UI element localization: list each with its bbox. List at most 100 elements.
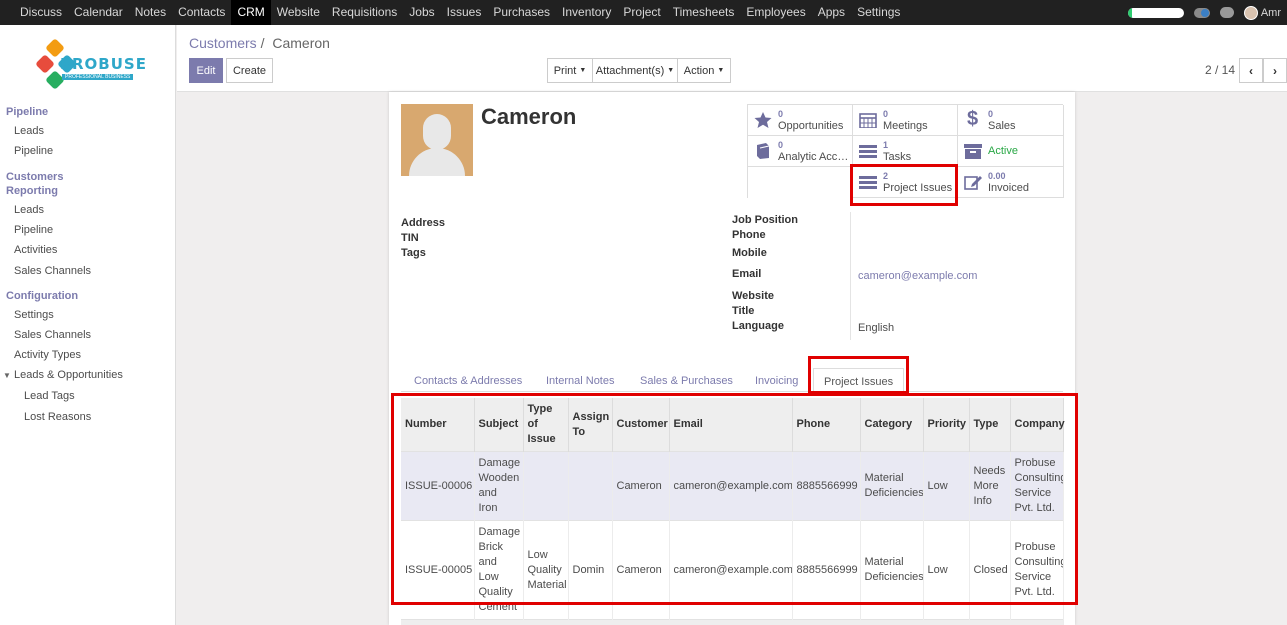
menu-item-apps[interactable]: Apps (812, 0, 851, 25)
tasks-icon (859, 145, 877, 158)
col-company[interactable]: Company (1010, 398, 1065, 452)
pager-next-button[interactable]: › (1263, 58, 1287, 83)
tab-sales-purchases[interactable]: Sales & Purchases (640, 368, 733, 392)
sidebar-item-leads-opportunities[interactable]: Leads & Opportunities (14, 369, 123, 381)
sidebar-item-reporting-pipeline[interactable]: Pipeline (14, 224, 53, 236)
edit-icon (964, 176, 982, 190)
language-label: Language (732, 320, 784, 332)
sidebar-item-activities[interactable]: Activities (14, 244, 57, 256)
menu-item-requisitions[interactable]: Requisitions (326, 0, 403, 25)
sidebar-item-activity-types[interactable]: Activity Types (14, 349, 81, 361)
email-label: Email (732, 268, 762, 280)
user-avatar (1243, 5, 1258, 20)
sidebar-item-reporting-leads[interactable]: Leads (14, 204, 44, 216)
meetings-button[interactable]: 0 Meetings (853, 105, 958, 136)
control-panel: Customers / Cameron Edit Create Print ▼ A… (177, 25, 1287, 92)
sidebar-item-settings[interactable]: Settings (14, 309, 54, 321)
menu-item-project[interactable]: Project (617, 0, 666, 25)
analytic-accounts-button[interactable]: 0 Analytic Acco... (748, 136, 853, 167)
col-category[interactable]: Category (860, 398, 924, 452)
caret-down-icon: ▼ (667, 67, 675, 74)
notebook-tabs: Contacts & Addresses Internal Notes Sale… (401, 368, 1063, 392)
language-value: English (858, 322, 895, 334)
table-header: Number Subject Type of Issue Assign To C… (401, 398, 1065, 452)
menu-item-contacts[interactable]: Contacts (172, 0, 231, 25)
opportunities-button[interactable]: 0 Opportunities (748, 105, 853, 136)
breadcrumb-current: Cameron (272, 35, 330, 51)
menu-item-inventory[interactable]: Inventory (556, 0, 617, 25)
tab-contacts-addresses[interactable]: Contacts & Addresses (414, 368, 522, 392)
menu-item-discuss[interactable]: Discuss (14, 0, 68, 25)
sidebar-section-pipeline[interactable]: Pipeline (6, 105, 48, 119)
table-footer (401, 619, 1064, 625)
col-customer[interactable]: Customer (612, 398, 670, 452)
col-number[interactable]: Number (401, 398, 475, 452)
sidebar: PROBUSE PROFESSIONAL BUSINESS Pipeline L… (0, 25, 176, 625)
tab-invoicing[interactable]: Invoicing (755, 368, 798, 392)
col-assign-to[interactable]: Assign To (568, 398, 613, 452)
user-menu[interactable]: Amr (1243, 5, 1281, 20)
sidebar-section-reporting[interactable]: Customers Reporting (6, 170, 63, 198)
tasks-button[interactable]: 1 Tasks (853, 136, 958, 167)
menu-item-purchases[interactable]: Purchases (487, 0, 556, 25)
sidebar-item-config-sales-channels[interactable]: Sales Channels (14, 329, 91, 341)
table-row[interactable]: ISSUE-00006 Damage Wooden and Iron Camer… (401, 451, 1064, 521)
project-issues-button[interactable]: 2 Project Issues (853, 167, 958, 198)
tab-internal-notes[interactable]: Internal Notes (546, 368, 614, 392)
tags-label: Tags (401, 247, 426, 259)
menu-item-issues[interactable]: Issues (441, 0, 488, 25)
toggle-icon[interactable] (1193, 7, 1210, 18)
col-email[interactable]: Email (669, 398, 793, 452)
print-dropdown[interactable]: Print ▼ (547, 58, 593, 83)
pager-value[interactable]: 2 / 14 (1205, 63, 1235, 77)
sidebar-section-configuration[interactable]: Configuration (6, 289, 78, 303)
menu-item-notes[interactable]: Notes (129, 0, 172, 25)
archive-icon (964, 144, 982, 159)
col-priority[interactable]: Priority (923, 398, 970, 452)
chevron-left-icon: ‹ (1249, 63, 1253, 78)
table-row[interactable]: ISSUE-00005 Damage Brick and Low Quality… (401, 520, 1064, 620)
top-navbar: Discuss Calendar Notes Contacts CRM Website Re… (0, 0, 1287, 25)
action-dropdown[interactable]: Action ▼ (677, 58, 731, 83)
caret-down-icon: ▼ (717, 67, 725, 74)
tin-label: TIN (401, 232, 419, 244)
menu-item-crm[interactable]: CRM (231, 0, 271, 25)
book-icon (757, 143, 770, 159)
attachments-dropdown[interactable]: Attachment(s) ▼ (592, 58, 678, 83)
partner-avatar[interactable] (401, 104, 473, 176)
active-toggle-button[interactable]: Active (958, 136, 1064, 167)
col-subject[interactable]: Subject (474, 398, 524, 452)
menu-item-employees[interactable]: Employees (740, 0, 811, 25)
pager-previous-button[interactable]: ‹ (1239, 58, 1263, 83)
menu-item-settings[interactable]: Settings (851, 0, 906, 25)
menu-item-jobs[interactable]: Jobs (403, 0, 440, 25)
menu-item-calendar[interactable]: Calendar (68, 0, 129, 25)
sidebar-item-pipeline[interactable]: Pipeline (14, 145, 53, 157)
sales-button[interactable]: $ 0 Sales (958, 105, 1064, 136)
breadcrumb-customers[interactable]: Customers (189, 35, 257, 51)
menu-item-website[interactable]: Website (271, 0, 326, 25)
caret-down-icon[interactable]: ▼ (3, 371, 11, 380)
col-type[interactable]: Type (969, 398, 1011, 452)
sidebar-item-lost-reasons[interactable]: Lost Reasons (24, 411, 91, 423)
invoiced-button[interactable]: 0.00 Invoiced (958, 167, 1064, 198)
dollar-icon: $ (967, 108, 979, 130)
user-name: Amr (1260, 6, 1281, 19)
caret-down-icon: ▼ (579, 67, 587, 74)
menu-item-timesheets[interactable]: Timesheets (667, 0, 741, 25)
col-phone[interactable]: Phone (792, 398, 861, 452)
job-position-label: Job Position (732, 214, 798, 226)
sidebar-item-lead-tags[interactable]: Lead Tags (24, 390, 75, 402)
chat-icon[interactable] (1219, 7, 1234, 18)
email-value[interactable]: cameron@example.com (858, 270, 977, 282)
create-button[interactable]: Create (226, 58, 273, 83)
empty-cell (748, 167, 853, 198)
tab-project-issues[interactable]: Project Issues (813, 368, 905, 392)
sidebar-item-leads[interactable]: Leads (14, 125, 44, 137)
form-sheet: Cameron 0 Opportunities 0 Meetings $ 0 S… (389, 92, 1075, 625)
address-label: Address (401, 217, 446, 229)
partner-name: Cameron (481, 104, 577, 129)
edit-button[interactable]: Edit (189, 58, 223, 83)
col-type-of-issue[interactable]: Type of Issue (523, 398, 569, 452)
sidebar-item-sales-channels[interactable]: Sales Channels (14, 265, 91, 277)
